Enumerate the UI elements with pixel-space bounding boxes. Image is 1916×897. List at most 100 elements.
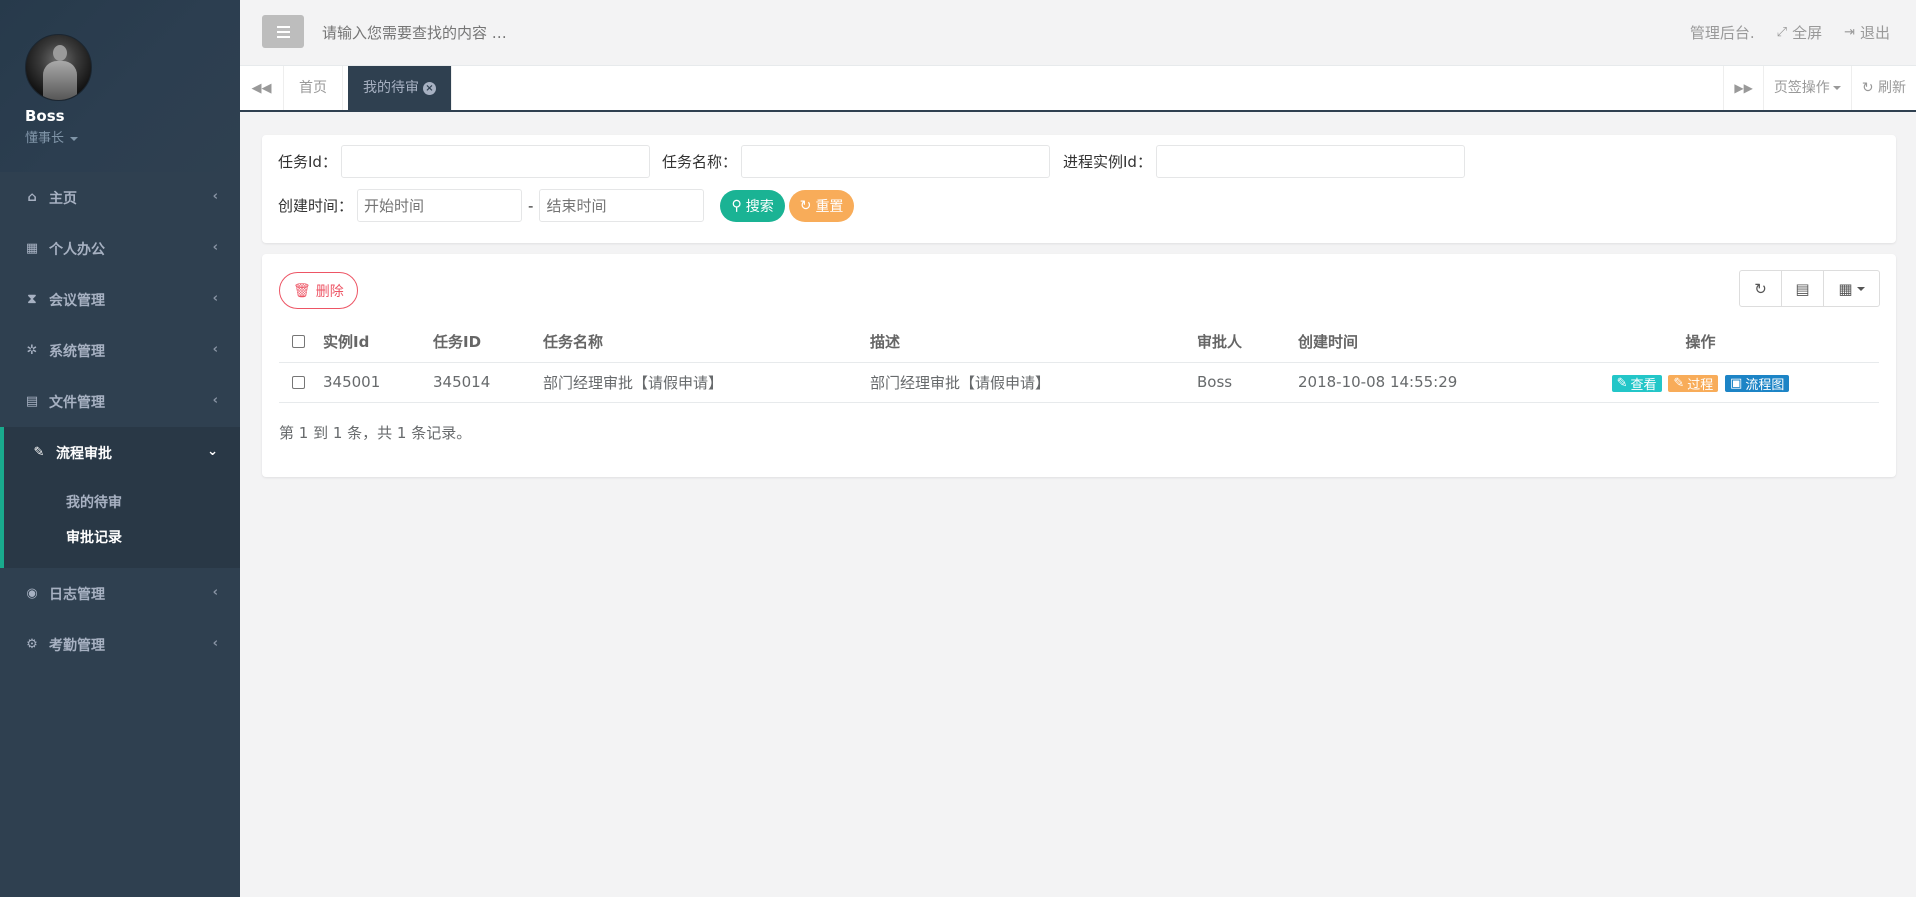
user-profile: Boss 懂事长 (0, 0, 240, 172)
gavel-icon: ✎ (33, 445, 45, 460)
start-time-input[interactable] (357, 189, 523, 222)
col-actions: 操作 (1522, 321, 1879, 363)
cell-instance-id: 345001 (317, 362, 427, 403)
cell-description: 部门经理审批【请假申请】 (864, 362, 1191, 403)
user-role-dropdown[interactable]: 懂事长 (25, 127, 240, 146)
menu-toggle-button[interactable] (262, 15, 304, 48)
col-approver[interactable]: 审批人 (1191, 321, 1292, 363)
caret-down-icon (70, 136, 79, 141)
flowchart-button[interactable]: ▣ 流程图 (1725, 374, 1790, 393)
cell-actions: ✎ 查看 ✎ 过程 ▣ 流程图 (1522, 362, 1879, 403)
chevron-left-icon: ‹ (212, 342, 218, 357)
chevron-left-icon: ‹ (212, 393, 218, 408)
table-refresh-button[interactable]: ↻ (1739, 270, 1782, 307)
col-instance-id[interactable]: 实例Id (317, 321, 427, 363)
hourglass-icon: ⧗ (27, 292, 37, 307)
submenu-item-approval-records[interactable]: 审批记录 (66, 521, 240, 556)
gears-icon: ⚙ (26, 637, 38, 652)
view-button[interactable]: ✎ 查看 (1611, 374, 1662, 393)
process-id-label: 进程实例Id： (1063, 153, 1152, 171)
row-select-cell (279, 362, 317, 403)
select-all-checkbox[interactable] (291, 335, 305, 349)
table-toggle-view-button[interactable]: ▤ (1781, 270, 1824, 307)
tab-home[interactable]: 首页 (284, 66, 343, 110)
col-create-time[interactable]: 创建时间 (1292, 321, 1522, 363)
col-task-name[interactable]: 任务名称 (537, 321, 864, 363)
tab-ops-dropdown[interactable]: 页签操作 (1762, 66, 1851, 110)
top-right-actions: 管理后台. ⤢ 全屏 ⇥ 退出 (1690, 22, 1890, 43)
image-icon: ▣ (1730, 375, 1743, 391)
sidebar-item-workflow[interactable]: ✎ 流程审批 ⌄ (0, 427, 240, 478)
file-icon: ▤ (25, 394, 39, 409)
sidebar-item-files[interactable]: ▤ 文件管理 ‹ (0, 376, 240, 427)
admin-link[interactable]: 管理后台. (1690, 22, 1755, 43)
end-time-input[interactable] (539, 189, 705, 222)
col-description[interactable]: 描述 (864, 321, 1191, 363)
submenu-item-my-pending[interactable]: 我的待审 (66, 486, 240, 521)
date-range-dash: - (528, 196, 534, 215)
refresh-icon: ↻ (799, 197, 812, 214)
process-id-filter: 进程实例Id： (1063, 145, 1465, 178)
search-panel: 任务Id： 任务名称： 进程实例Id： 创建时间： - ⚲搜索 ↻重置 (262, 135, 1896, 243)
col-task-id[interactable]: 任务ID (427, 321, 537, 363)
table-header-row: 实例Id 任务ID 任务名称 描述 审批人 创建时间 操作 (279, 321, 1879, 363)
edit-icon: ✎ (1673, 375, 1685, 391)
chevron-left-icon: ‹ (212, 240, 218, 255)
reset-button[interactable]: ↻ 重置 (788, 189, 855, 222)
tabs-scroll-left-button[interactable]: ◀◀ (240, 66, 284, 110)
sidebar-item-home[interactable]: ⌂ 主页 ‹ (0, 172, 240, 223)
search-button[interactable]: ⚲ 搜索 (720, 189, 785, 222)
cell-task-name: 部门经理审批【请假申请】 (537, 362, 864, 403)
sidebar-item-meeting[interactable]: ⧗ 会议管理 ‹ (0, 274, 240, 325)
double-left-icon: ◀◀ (251, 80, 272, 96)
pending-tasks-table: 实例Id 任务ID 任务名称 描述 审批人 创建时间 操作 345001 345… (279, 321, 1879, 403)
double-right-icon: ▶▶ (1734, 81, 1753, 95)
task-name-input[interactable] (741, 145, 1051, 178)
calendar-icon: ▦ (25, 241, 39, 256)
task-name-filter: 任务名称： (662, 145, 1051, 178)
table-columns-dropdown[interactable]: ▦ (1823, 270, 1880, 307)
tabs-scroll-right-button[interactable]: ▶▶ (1723, 66, 1762, 110)
logout-button[interactable]: ⇥ 退出 (1844, 22, 1890, 43)
list-alt-icon: ▤ (1795, 279, 1810, 298)
sidebar-item-attendance[interactable]: ⚙ 考勤管理 ‹ (0, 619, 240, 670)
refresh-icon: ↻ (1861, 80, 1874, 96)
task-id-input[interactable] (340, 145, 650, 178)
caret-down-icon (1856, 286, 1865, 291)
avatar[interactable] (25, 34, 92, 101)
row-checkbox[interactable] (291, 376, 305, 389)
task-id-filter: 任务Id： (278, 145, 650, 178)
refresh-icon: ↻ (1754, 279, 1767, 298)
global-search-input[interactable] (322, 20, 722, 46)
delete-button[interactable]: 🗑 删除 (279, 272, 358, 309)
refresh-tab-button[interactable]: ↻ 刷新 (1850, 66, 1916, 110)
task-id-label: 任务Id： (278, 153, 337, 171)
sidebar: Boss 懂事长 ⌂ 主页 ‹ ▦ 个人办公 ‹ ⧗ 会议管理 ‹ ✲ 系统管理… (0, 0, 240, 897)
chevron-down-icon: ⌄ (207, 444, 218, 459)
tab-my-pending[interactable]: 我的待审 × (348, 66, 452, 110)
caret-down-icon (1832, 86, 1841, 90)
sidebar-item-logs[interactable]: ◉ 日志管理 ‹ (0, 568, 240, 619)
sign-out-icon: ⇥ (1844, 25, 1855, 40)
chevron-left-icon: ‹ (212, 585, 218, 600)
trash-icon: 🗑 (293, 282, 311, 299)
chevron-left-icon: ‹ (212, 189, 218, 204)
page-tabs-bar: ◀◀ 首页 我的待审 × ▶▶ 页签操作 ↻ 刷新 (240, 66, 1916, 112)
sidebar-item-system[interactable]: ✲ 系统管理 ‹ (0, 325, 240, 376)
eye-icon: ◉ (26, 586, 38, 601)
edit-icon: ✎ (1616, 375, 1628, 391)
top-bar: 管理后台. ⤢全屏 ⇥退出 (240, 0, 1916, 66)
process-id-input[interactable] (1155, 145, 1465, 178)
table-panel: 🗑 删除 ↻ ▤ ▦ 实例Id 任务ID 任务名称 描述 审批人 创建时间 操作 … (262, 254, 1896, 477)
close-tab-icon[interactable]: × (423, 81, 436, 95)
search-icon: ⚲ (731, 197, 742, 214)
tabs-right-controls: ▶▶ 页签操作 ↻ 刷新 (1723, 66, 1916, 110)
workflow-submenu: 我的待审 审批记录 (0, 478, 240, 568)
cell-approver: Boss (1191, 362, 1292, 403)
grid-icon: ▦ (1838, 279, 1853, 298)
expand-icon: ⤢ (1776, 25, 1788, 40)
table-row: 345001 345014 部门经理审批【请假申请】 部门经理审批【请假申请】 … (279, 362, 1879, 403)
process-button[interactable]: ✎ 过程 (1668, 374, 1719, 393)
sidebar-item-personal-office[interactable]: ▦ 个人办公 ‹ (0, 223, 240, 274)
fullscreen-button[interactable]: ⤢ 全屏 (1777, 22, 1822, 43)
